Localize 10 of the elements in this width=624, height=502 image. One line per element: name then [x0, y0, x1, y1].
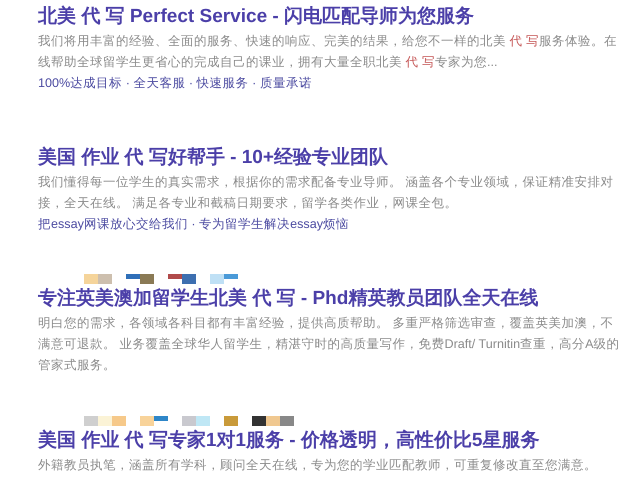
result-title-link[interactable]: 北美 代 写 Perfect Service - 闪电匹配导师为您服务	[38, 4, 474, 30]
sitelinks[interactable]: 100%达成目标 · 全天客服 · 快速服务 · 质量承诺	[38, 73, 312, 93]
result-snippet: 我们将用丰富的经验、全面的服务、快速的响应、完美的结果，给您不一样的北美 代 写服务体验。在线帮助全球留学生更省心的完成自己的课业，拥有大量全职北美 代 写专家为您...	[38, 33, 618, 71]
result-snippet: 我们懂得每一位学生的真实需求，根据你的需求配备专业导师。 涵盖各个专业领域，保证精准安排对接，全天在线。 满足各专业和截稿日期要求，留学各类作业，网课全包。	[38, 174, 614, 212]
result-title-link[interactable]: 美国 作业 代 写专家1对1服务 - 价格透明，高性价比5星服务	[38, 428, 540, 454]
result-title-link[interactable]: 专注英美澳加留学生北美 代 写 - Phd精英教员团队全天在线	[38, 286, 538, 312]
result-snippet: 明白您的需求，各领域各科目都有丰富经验，提供高质帮助。 多重严格筛选审查，覆盖英美加澳，不满意可退款。 业务覆盖全球华人留学生，精湛守时的高质量写作，免费Draft/ Turnitin查重，高分A级的管家式服务。	[38, 315, 620, 374]
result-snippet: 外籍教员执笔，涵盖所有学科，顾问全天在线，专为您的学业匹配教师，可重复修改直至您满意。	[38, 457, 598, 474]
sitelinks[interactable]: 把essay网课放心交给我们 · 专为留学生解决essay烦恼	[38, 214, 349, 234]
result-title-link[interactable]: 美国 作业 代 写好帮手 - 10+经验专业团队	[38, 145, 388, 171]
